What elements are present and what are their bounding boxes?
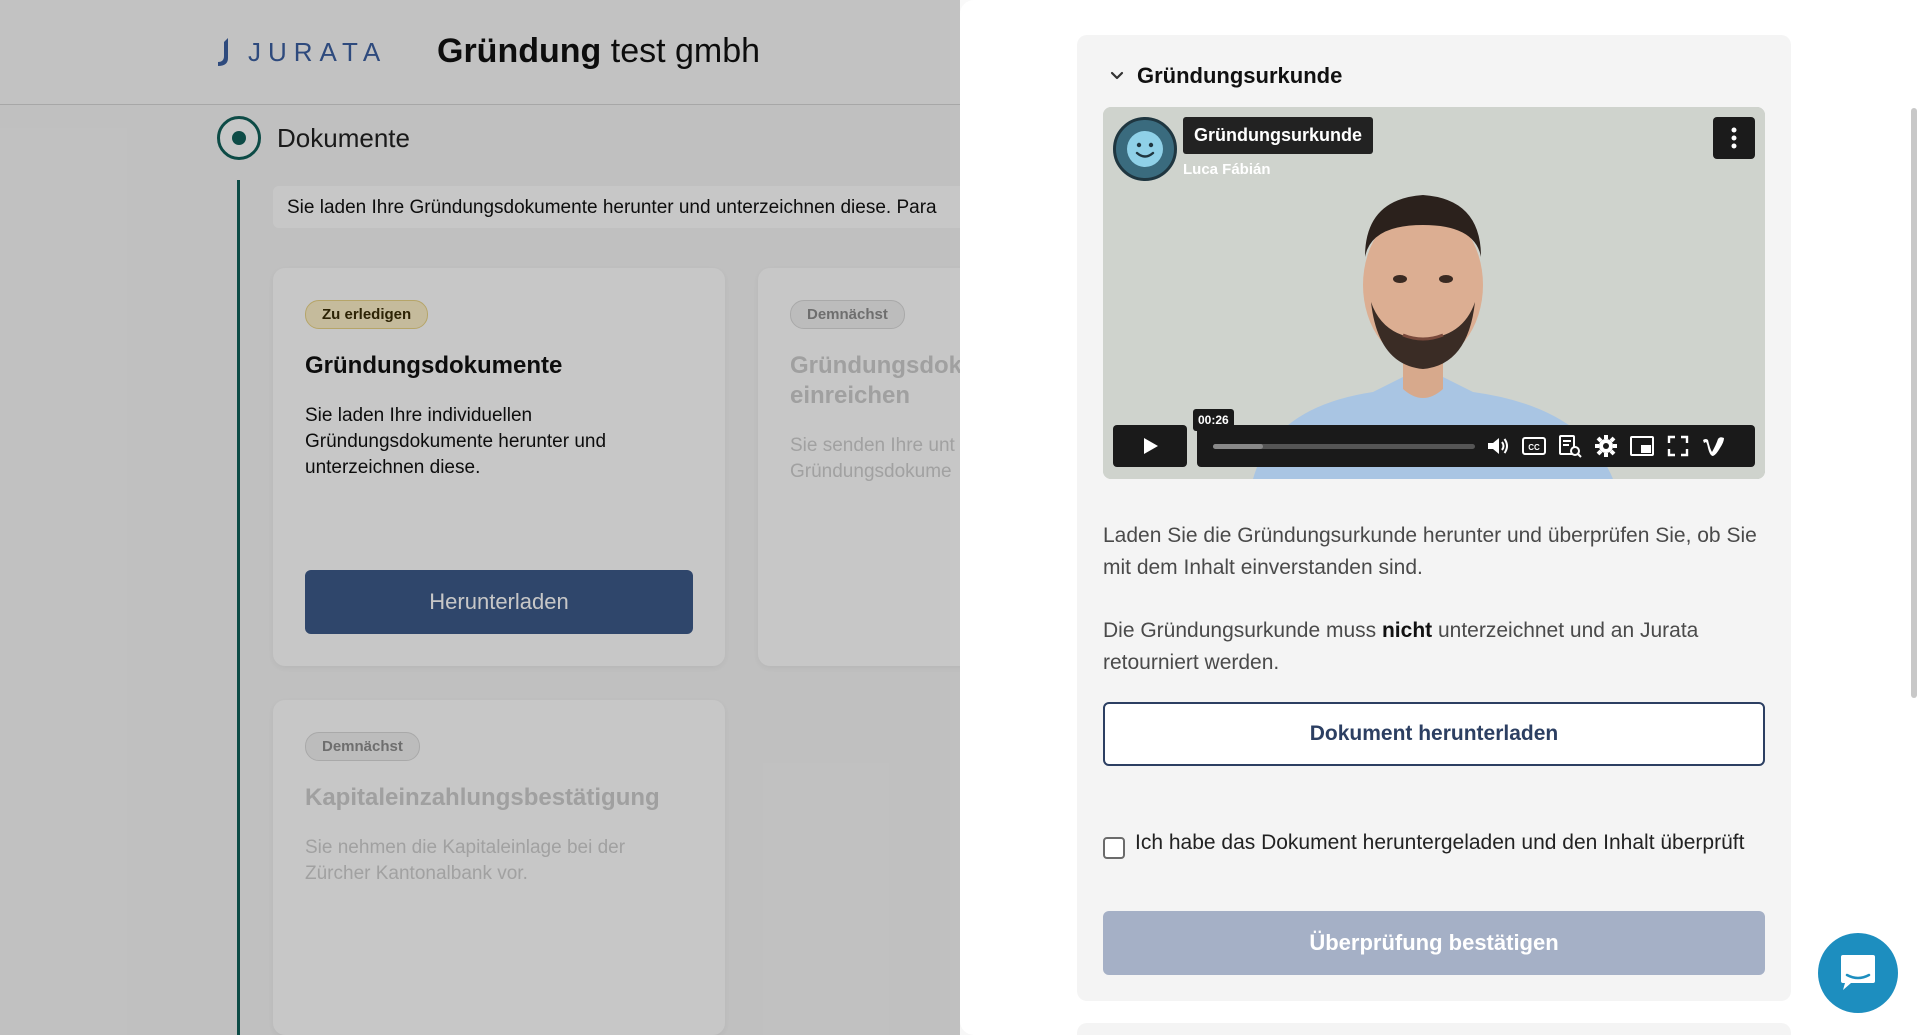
confirmation-checkbox[interactable] bbox=[1103, 837, 1125, 859]
control-bar: CC bbox=[1197, 425, 1755, 467]
vimeo-logo-icon[interactable] bbox=[1701, 433, 1727, 459]
confirmation-checkbox-row[interactable]: Ich habe das Dokument heruntergeladen un… bbox=[1103, 828, 1765, 859]
accordion-title: Gründungsurkunde bbox=[1137, 63, 1343, 88]
volume-icon[interactable] bbox=[1485, 433, 1511, 459]
chat-bubble-icon bbox=[1841, 955, 1875, 990]
transcript-icon[interactable] bbox=[1557, 433, 1583, 459]
captions-icon[interactable]: CC bbox=[1521, 433, 1547, 459]
more-vertical-icon[interactable] bbox=[1713, 117, 1755, 159]
confirm-review-button[interactable]: Überprüfung bestätigen bbox=[1103, 911, 1765, 975]
video-author[interactable]: Luca Fábián bbox=[1183, 161, 1271, 178]
download-document-button[interactable]: Dokument herunterladen bbox=[1103, 702, 1765, 766]
instruction-text: Laden Sie die Gründungsurkunde herunter … bbox=[1103, 524, 1757, 579]
smiley-icon bbox=[1127, 131, 1163, 167]
chat-widget-button[interactable] bbox=[1818, 933, 1898, 1013]
progress-bar[interactable] bbox=[1213, 443, 1475, 449]
chevron-down-icon bbox=[1110, 71, 1124, 80]
svg-text:CC: CC bbox=[1528, 443, 1540, 452]
settings-gear-icon[interactable] bbox=[1593, 433, 1619, 459]
checkbox-label[interactable]: Ich habe das Dokument heruntergeladen un… bbox=[1135, 828, 1744, 858]
fullscreen-icon[interactable] bbox=[1665, 433, 1691, 459]
picture-in-picture-icon[interactable] bbox=[1629, 433, 1655, 459]
video-title[interactable]: Gründungsurkunde bbox=[1183, 117, 1373, 154]
video-player[interactable]: Gründungsurkunde Luca Fábián 00:26 CC bbox=[1103, 107, 1765, 479]
play-icon[interactable] bbox=[1113, 425, 1187, 467]
modal-backdrop[interactable] bbox=[0, 0, 960, 1035]
channel-avatar[interactable] bbox=[1113, 117, 1177, 181]
accordion-header[interactable]: Gründungsurkunde bbox=[1107, 63, 1342, 89]
next-accordion-section[interactable] bbox=[1077, 1023, 1791, 1035]
side-panel: Gründungsurkunde Gründungsurkunde Luca F… bbox=[960, 0, 1920, 1035]
accordion-gruendungsurkunde: Gründungsurkunde Gründungsurkunde Luca F… bbox=[1077, 35, 1791, 1001]
note-text: Die Gründungsurkunde muss nicht unterzei… bbox=[1103, 619, 1699, 674]
video-controls: CC bbox=[1113, 425, 1755, 467]
scrollbar[interactable] bbox=[1911, 108, 1917, 698]
